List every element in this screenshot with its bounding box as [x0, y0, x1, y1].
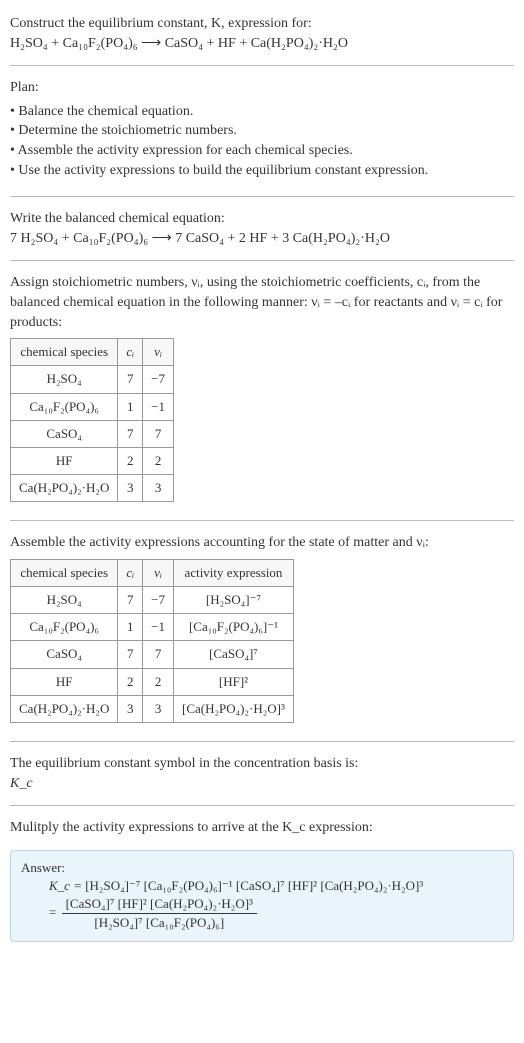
cell: 2 — [143, 668, 174, 695]
cell: 3 — [118, 695, 143, 722]
cell: Ca₁₀F₂(PO₄)₆ — [11, 393, 118, 420]
plan-item: Assemble the activity expression for eac… — [10, 141, 514, 161]
col-ci: cᵢ — [118, 559, 143, 586]
plan-section: Plan: Balance the chemical equation. Det… — [10, 72, 514, 190]
balanced-section: Write the balanced chemical equation: 7 … — [10, 203, 514, 254]
symbol-section: The equilibrium constant symbol in the c… — [10, 748, 514, 799]
cell: HF — [11, 447, 118, 474]
kc-lhs: K_c = — [49, 878, 82, 893]
cell: 7 — [118, 420, 143, 447]
answer-line1: K_c = [H₂SO₄]⁻⁷ [Ca₁₀F₂(PO₄)₆]⁻¹ [CaSO₄]… — [49, 877, 503, 895]
table-row: H₂SO₄7−7[H₂SO₄]⁻⁷ — [11, 587, 294, 614]
cell: 2 — [143, 447, 174, 474]
cell: Ca(H₂PO₄)₂·H₂O — [11, 695, 118, 722]
stoich-section: Assign stoichiometric numbers, νᵢ, using… — [10, 267, 514, 514]
col-nu: νᵢ — [143, 559, 174, 586]
table-row: Ca(H₂PO₄)₂·H₂O33[Ca(H₂PO₄)₂·H₂O]³ — [11, 695, 294, 722]
answer-line2: = [CaSO₄]⁷ [HF]² [Ca(H₂PO₄)₂·H₂O]³ [H₂SO… — [49, 895, 503, 932]
cell: −1 — [143, 614, 174, 641]
activity-table: chemical species cᵢ νᵢ activity expressi… — [10, 559, 294, 723]
col-ci: cᵢ — [118, 339, 143, 366]
divider — [10, 520, 514, 521]
plan-item: Use the activity expressions to build th… — [10, 161, 514, 181]
table-header-row: chemical species cᵢ νᵢ activity expressi… — [11, 559, 294, 586]
cell: 1 — [118, 614, 143, 641]
table-row: HF22 — [11, 447, 174, 474]
cell: Ca(H₂PO₄)₂·H₂O — [11, 475, 118, 502]
table-row: Ca(H₂PO₄)₂·H₂O33 — [11, 475, 174, 502]
cell: H₂SO₄ — [11, 366, 118, 393]
col-species: chemical species — [11, 559, 118, 586]
multiply-heading: Mulitply the activity expressions to arr… — [10, 818, 514, 838]
cell: [H₂SO₄]⁻⁷ — [174, 587, 294, 614]
plan-item: Balance the chemical equation. — [10, 102, 514, 122]
cell: [Ca(H₂PO₄)₂·H₂O]³ — [174, 695, 294, 722]
cell: −1 — [143, 393, 174, 420]
symbol-heading: The equilibrium constant symbol in the c… — [10, 754, 514, 774]
cell: H₂SO₄ — [11, 587, 118, 614]
table-row: CaSO₄77 — [11, 420, 174, 447]
table-row: Ca₁₀F₂(PO₄)₆1−1[Ca₁₀F₂(PO₄)₆]⁻¹ — [11, 614, 294, 641]
intro-line1: Construct the equilibrium constant, K, e… — [10, 14, 514, 34]
cell: 3 — [118, 475, 143, 502]
table-row: H₂SO₄7−7 — [11, 366, 174, 393]
cell: CaSO₄ — [11, 641, 118, 668]
col-activity: activity expression — [174, 559, 294, 586]
cell: CaSO₄ — [11, 420, 118, 447]
divider — [10, 741, 514, 742]
cell: 7 — [143, 420, 174, 447]
col-species: chemical species — [11, 339, 118, 366]
equals-sign: = — [49, 905, 60, 920]
cell: 2 — [118, 447, 143, 474]
answer-label: Answer: — [21, 859, 503, 877]
answer-box: Answer: K_c = [H₂SO₄]⁻⁷ [Ca₁₀F₂(PO₄)₆]⁻¹… — [10, 850, 514, 942]
symbol-value: K_c — [10, 774, 514, 794]
plan-heading: Plan: — [10, 78, 514, 98]
divider — [10, 196, 514, 197]
cell: [HF]² — [174, 668, 294, 695]
cell: 3 — [143, 695, 174, 722]
balanced-equation: 7 H₂SO₄ + Ca₁₀F₂(PO₄)₆ ⟶ 7 CaSO₄ + 2 HF … — [10, 229, 514, 249]
table-header-row: chemical species cᵢ νᵢ — [11, 339, 174, 366]
stoich-table: chemical species cᵢ νᵢ H₂SO₄7−7 Ca₁₀F₂(P… — [10, 338, 174, 502]
cell: −7 — [143, 587, 174, 614]
table-row: Ca₁₀F₂(PO₄)₆1−1 — [11, 393, 174, 420]
divider — [10, 260, 514, 261]
kc-rhs: [H₂SO₄]⁻⁷ [Ca₁₀F₂(PO₄)₆]⁻¹ [CaSO₄]⁷ [HF]… — [85, 878, 423, 893]
multiply-section: Mulitply the activity expressions to arr… — [10, 812, 514, 844]
intro-section: Construct the equilibrium constant, K, e… — [10, 8, 514, 59]
cell: Ca₁₀F₂(PO₄)₆ — [11, 614, 118, 641]
stoich-heading: Assign stoichiometric numbers, νᵢ, using… — [10, 273, 514, 332]
table-row: HF22[HF]² — [11, 668, 294, 695]
cell: 7 — [118, 366, 143, 393]
cell: 2 — [118, 668, 143, 695]
fraction: [CaSO₄]⁷ [HF]² [Ca(H₂PO₄)₂·H₂O]³ [H₂SO₄]… — [62, 895, 257, 932]
cell: −7 — [143, 366, 174, 393]
cell: 7 — [118, 641, 143, 668]
divider — [10, 65, 514, 66]
balanced-heading: Write the balanced chemical equation: — [10, 209, 514, 229]
fraction-denominator: [H₂SO₄]⁷ [Ca₁₀F₂(PO₄)₆] — [62, 914, 257, 932]
plan-item: Determine the stoichiometric numbers. — [10, 121, 514, 141]
cell: [CaSO₄]⁷ — [174, 641, 294, 668]
cell: 1 — [118, 393, 143, 420]
table-row: CaSO₄77[CaSO₄]⁷ — [11, 641, 294, 668]
fraction-numerator: [CaSO₄]⁷ [HF]² [Ca(H₂PO₄)₂·H₂O]³ — [62, 895, 257, 914]
cell: 7 — [118, 587, 143, 614]
cell: [Ca₁₀F₂(PO₄)₆]⁻¹ — [174, 614, 294, 641]
col-nu: νᵢ — [143, 339, 174, 366]
plan-list: Balance the chemical equation. Determine… — [10, 102, 514, 180]
unbalanced-equation: H₂SO₄ + Ca₁₀F₂(PO₄)₆ ⟶ CaSO₄ + HF + Ca(H… — [10, 34, 514, 54]
cell: 3 — [143, 475, 174, 502]
activity-section: Assemble the activity expressions accoun… — [10, 527, 514, 735]
activity-heading: Assemble the activity expressions accoun… — [10, 533, 514, 553]
divider — [10, 805, 514, 806]
cell: HF — [11, 668, 118, 695]
cell: 7 — [143, 641, 174, 668]
